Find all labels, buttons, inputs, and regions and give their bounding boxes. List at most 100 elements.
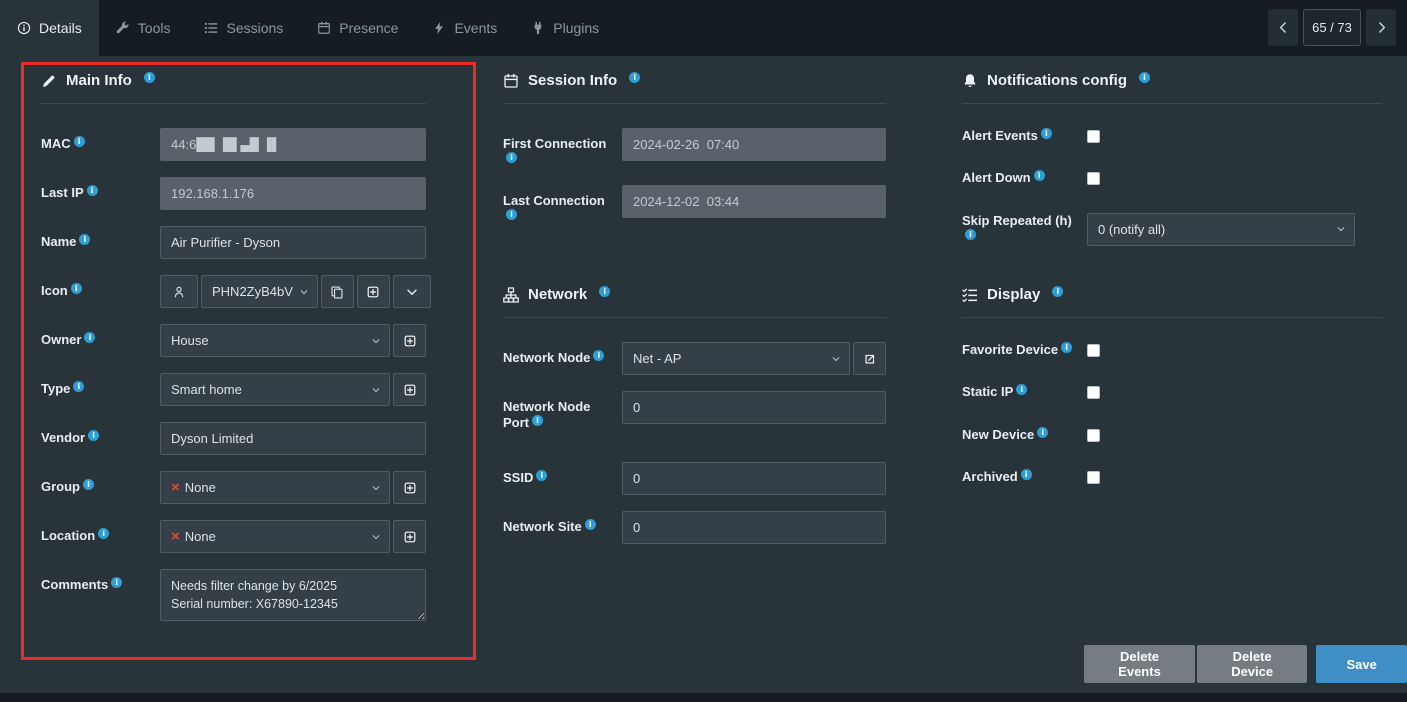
next-device-button[interactable] xyxy=(1366,9,1396,46)
tab-events[interactable]: Events xyxy=(415,0,514,56)
owner-select[interactable]: House xyxy=(160,324,390,357)
add-icon-button[interactable] xyxy=(357,275,390,308)
ssid-input[interactable] xyxy=(622,462,886,495)
plus-icon xyxy=(403,383,417,397)
tab-label: Sessions xyxy=(226,20,283,36)
chevron-right-icon xyxy=(1375,21,1388,34)
info-icon[interactable] xyxy=(1041,128,1052,139)
info-icon[interactable] xyxy=(506,152,517,163)
add-location-button[interactable] xyxy=(393,520,426,553)
archived-row: Archived xyxy=(962,469,1382,485)
info-icon[interactable] xyxy=(585,519,596,530)
plus-icon xyxy=(403,481,417,495)
icon-select[interactable]: PHN2ZyB4bV xyxy=(201,275,318,308)
alert-down-checkbox[interactable] xyxy=(1087,172,1100,185)
owner-field-row: Owner House xyxy=(41,324,426,357)
last-connection-row: Last Connection xyxy=(503,185,886,226)
delete-events-button[interactable]: Delete Events xyxy=(1084,645,1195,683)
chevron-left-icon xyxy=(1277,21,1290,34)
device-counter: 65 / 73 xyxy=(1303,9,1361,46)
comments-textarea[interactable]: Needs filter change by 6/2025 Serial num… xyxy=(160,569,426,621)
icon-preview-button[interactable] xyxy=(160,275,198,308)
alert-events-checkbox[interactable] xyxy=(1087,130,1100,143)
network-node-port-label: Network Node Port xyxy=(503,391,622,432)
prev-device-button[interactable] xyxy=(1268,9,1298,46)
vendor-label: Vendor xyxy=(41,422,160,446)
last-ip-input[interactable] xyxy=(160,177,426,210)
divider xyxy=(41,103,426,104)
save-button[interactable]: Save xyxy=(1316,645,1407,683)
bottom-strip xyxy=(0,693,1407,702)
divider xyxy=(962,103,1382,104)
tab-label: Tools xyxy=(138,20,171,36)
new-device-checkbox[interactable] xyxy=(1087,429,1100,442)
info-icon[interactable] xyxy=(1034,170,1045,181)
location-select[interactable]: × None xyxy=(160,520,390,553)
add-group-button[interactable] xyxy=(393,471,426,504)
info-icon[interactable] xyxy=(965,229,976,240)
notifications-fields: Alert Events Alert Down Skip Repeated (h… xyxy=(962,128,1382,246)
mac-input[interactable] xyxy=(160,128,426,161)
comments-label: Comments xyxy=(41,569,160,593)
info-icon[interactable] xyxy=(73,381,84,392)
name-input[interactable] xyxy=(160,226,426,259)
skip-repeated-select[interactable]: 0 (notify all) xyxy=(1087,213,1355,246)
tab-plugins[interactable]: Plugins xyxy=(514,0,616,56)
group-select[interactable]: ×None xyxy=(160,471,390,504)
chevron-down-icon xyxy=(831,354,841,364)
info-icon[interactable] xyxy=(1021,469,1032,480)
x-icon: × xyxy=(171,529,180,544)
x-icon: × xyxy=(171,480,180,495)
info-icon[interactable] xyxy=(629,72,640,83)
last-connection-input[interactable] xyxy=(622,185,886,218)
static-ip-checkbox[interactable] xyxy=(1087,386,1100,399)
copy-icon xyxy=(330,285,344,299)
favorite-device-checkbox[interactable] xyxy=(1087,344,1100,357)
network-node-select-value: Net - AP xyxy=(633,351,681,366)
info-icon[interactable] xyxy=(593,350,604,361)
info-icon[interactable] xyxy=(1061,342,1072,353)
info-icon[interactable] xyxy=(506,209,517,220)
tab-details[interactable]: Details xyxy=(0,0,99,56)
info-icon[interactable] xyxy=(87,185,98,196)
tab-tools[interactable]: Tools xyxy=(99,0,188,56)
network-site-input[interactable] xyxy=(622,511,886,544)
network-node-select[interactable]: Net - AP xyxy=(622,342,850,375)
tab-presence[interactable]: Presence xyxy=(300,0,415,56)
info-icon[interactable] xyxy=(88,430,99,441)
chevron-down-icon xyxy=(1336,224,1346,234)
info-icon[interactable] xyxy=(84,332,95,343)
go-to-network-node-button[interactable] xyxy=(853,342,886,375)
archived-checkbox[interactable] xyxy=(1087,471,1100,484)
add-owner-button[interactable] xyxy=(393,324,426,357)
info-icon[interactable] xyxy=(144,72,155,83)
info-icon[interactable] xyxy=(71,283,82,294)
info-icon[interactable] xyxy=(536,470,547,481)
info-icon[interactable] xyxy=(79,234,90,245)
info-icon[interactable] xyxy=(1016,384,1027,395)
info-icon[interactable] xyxy=(599,286,610,297)
new-device-label: New Device xyxy=(962,427,1087,443)
alert-down-label: Alert Down xyxy=(962,170,1087,186)
copy-icon-button[interactable] xyxy=(321,275,354,308)
info-icon[interactable] xyxy=(1139,72,1150,83)
vendor-input[interactable] xyxy=(160,422,426,455)
add-type-button[interactable] xyxy=(393,373,426,406)
info-icon[interactable] xyxy=(1037,427,1048,438)
info-icon[interactable] xyxy=(74,136,85,147)
delete-device-button[interactable]: Delete Device xyxy=(1197,645,1307,683)
info-icon[interactable] xyxy=(111,577,122,588)
info-icon[interactable] xyxy=(83,479,94,490)
device-icon-preview xyxy=(172,285,186,299)
info-icon[interactable] xyxy=(532,415,543,426)
type-select[interactable]: Smart home xyxy=(160,373,390,406)
info-icon[interactable] xyxy=(1052,286,1063,297)
location-select-value: None xyxy=(185,529,216,544)
new-device-row: New Device xyxy=(962,427,1382,443)
tab-sessions[interactable]: Sessions xyxy=(187,0,300,56)
network-node-port-input[interactable] xyxy=(622,391,886,424)
info-icon[interactable] xyxy=(98,528,109,539)
static-ip-row: Static IP xyxy=(962,384,1382,400)
first-connection-input[interactable] xyxy=(622,128,886,161)
expand-icon-list-button[interactable] xyxy=(393,275,431,308)
